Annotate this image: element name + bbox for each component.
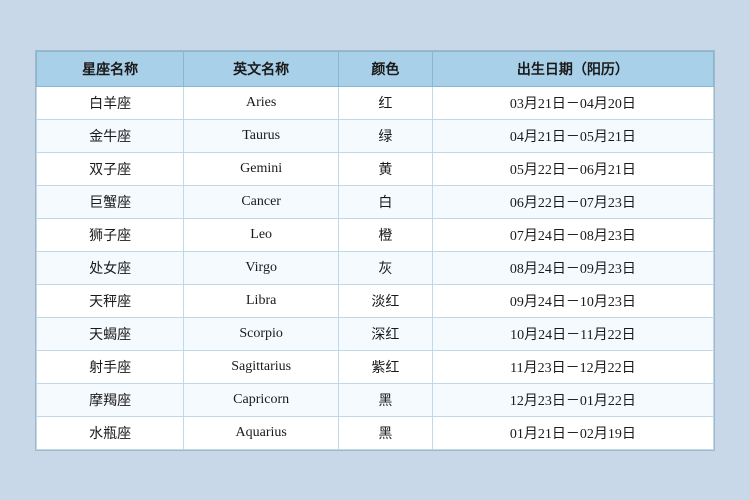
cell-r1-c1: Taurus bbox=[184, 119, 339, 152]
cell-r6-c3: 09月24日－10月23日 bbox=[432, 284, 713, 317]
cell-r5-c3: 08月24日－09月23日 bbox=[432, 251, 713, 284]
cell-r10-c0: 水瓶座 bbox=[37, 416, 184, 449]
table-header-row: 星座名称英文名称颜色出生日期（阳历） bbox=[37, 51, 714, 86]
cell-r7-c1: Scorpio bbox=[184, 317, 339, 350]
table-row: 巨蟹座Cancer白06月22日－07月23日 bbox=[37, 185, 714, 218]
cell-r6-c2: 淡红 bbox=[339, 284, 433, 317]
cell-r3-c2: 白 bbox=[339, 185, 433, 218]
cell-r10-c3: 01月21日－02月19日 bbox=[432, 416, 713, 449]
cell-r9-c2: 黑 bbox=[339, 383, 433, 416]
cell-r9-c3: 12月23日－01月22日 bbox=[432, 383, 713, 416]
table-row: 处女座Virgo灰08月24日－09月23日 bbox=[37, 251, 714, 284]
cell-r4-c3: 07月24日－08月23日 bbox=[432, 218, 713, 251]
table-row: 金牛座Taurus绿04月21日－05月21日 bbox=[37, 119, 714, 152]
header-col-1: 英文名称 bbox=[184, 51, 339, 86]
cell-r5-c0: 处女座 bbox=[37, 251, 184, 284]
header-col-0: 星座名称 bbox=[37, 51, 184, 86]
cell-r10-c1: Aquarius bbox=[184, 416, 339, 449]
table-row: 天蝎座Scorpio深红10月24日－11月22日 bbox=[37, 317, 714, 350]
header-col-2: 颜色 bbox=[339, 51, 433, 86]
cell-r6-c1: Libra bbox=[184, 284, 339, 317]
cell-r8-c1: Sagittarius bbox=[184, 350, 339, 383]
cell-r3-c0: 巨蟹座 bbox=[37, 185, 184, 218]
cell-r7-c0: 天蝎座 bbox=[37, 317, 184, 350]
zodiac-table: 星座名称英文名称颜色出生日期（阳历） 白羊座Aries红03月21日－04月20… bbox=[36, 51, 714, 450]
table-row: 摩羯座Capricorn黑12月23日－01月22日 bbox=[37, 383, 714, 416]
cell-r5-c1: Virgo bbox=[184, 251, 339, 284]
cell-r2-c0: 双子座 bbox=[37, 152, 184, 185]
cell-r9-c1: Capricorn bbox=[184, 383, 339, 416]
cell-r4-c2: 橙 bbox=[339, 218, 433, 251]
table-body: 白羊座Aries红03月21日－04月20日金牛座Taurus绿04月21日－0… bbox=[37, 86, 714, 449]
cell-r5-c2: 灰 bbox=[339, 251, 433, 284]
cell-r7-c2: 深红 bbox=[339, 317, 433, 350]
cell-r6-c0: 天秤座 bbox=[37, 284, 184, 317]
cell-r9-c0: 摩羯座 bbox=[37, 383, 184, 416]
cell-r3-c3: 06月22日－07月23日 bbox=[432, 185, 713, 218]
cell-r0-c2: 红 bbox=[339, 86, 433, 119]
cell-r8-c3: 11月23日－12月22日 bbox=[432, 350, 713, 383]
cell-r3-c1: Cancer bbox=[184, 185, 339, 218]
table-row: 白羊座Aries红03月21日－04月20日 bbox=[37, 86, 714, 119]
cell-r10-c2: 黑 bbox=[339, 416, 433, 449]
cell-r2-c2: 黄 bbox=[339, 152, 433, 185]
cell-r1-c2: 绿 bbox=[339, 119, 433, 152]
cell-r0-c0: 白羊座 bbox=[37, 86, 184, 119]
cell-r4-c1: Leo bbox=[184, 218, 339, 251]
cell-r8-c2: 紫红 bbox=[339, 350, 433, 383]
cell-r1-c0: 金牛座 bbox=[37, 119, 184, 152]
table-row: 天秤座Libra淡红09月24日－10月23日 bbox=[37, 284, 714, 317]
cell-r8-c0: 射手座 bbox=[37, 350, 184, 383]
cell-r0-c1: Aries bbox=[184, 86, 339, 119]
table-row: 双子座Gemini黄05月22日－06月21日 bbox=[37, 152, 714, 185]
header-col-3: 出生日期（阳历） bbox=[432, 51, 713, 86]
cell-r1-c3: 04月21日－05月21日 bbox=[432, 119, 713, 152]
cell-r7-c3: 10月24日－11月22日 bbox=[432, 317, 713, 350]
table-row: 射手座Sagittarius紫红11月23日－12月22日 bbox=[37, 350, 714, 383]
zodiac-table-container: 星座名称英文名称颜色出生日期（阳历） 白羊座Aries红03月21日－04月20… bbox=[35, 50, 715, 451]
cell-r2-c1: Gemini bbox=[184, 152, 339, 185]
table-row: 狮子座Leo橙07月24日－08月23日 bbox=[37, 218, 714, 251]
cell-r0-c3: 03月21日－04月20日 bbox=[432, 86, 713, 119]
table-row: 水瓶座Aquarius黑01月21日－02月19日 bbox=[37, 416, 714, 449]
cell-r2-c3: 05月22日－06月21日 bbox=[432, 152, 713, 185]
cell-r4-c0: 狮子座 bbox=[37, 218, 184, 251]
